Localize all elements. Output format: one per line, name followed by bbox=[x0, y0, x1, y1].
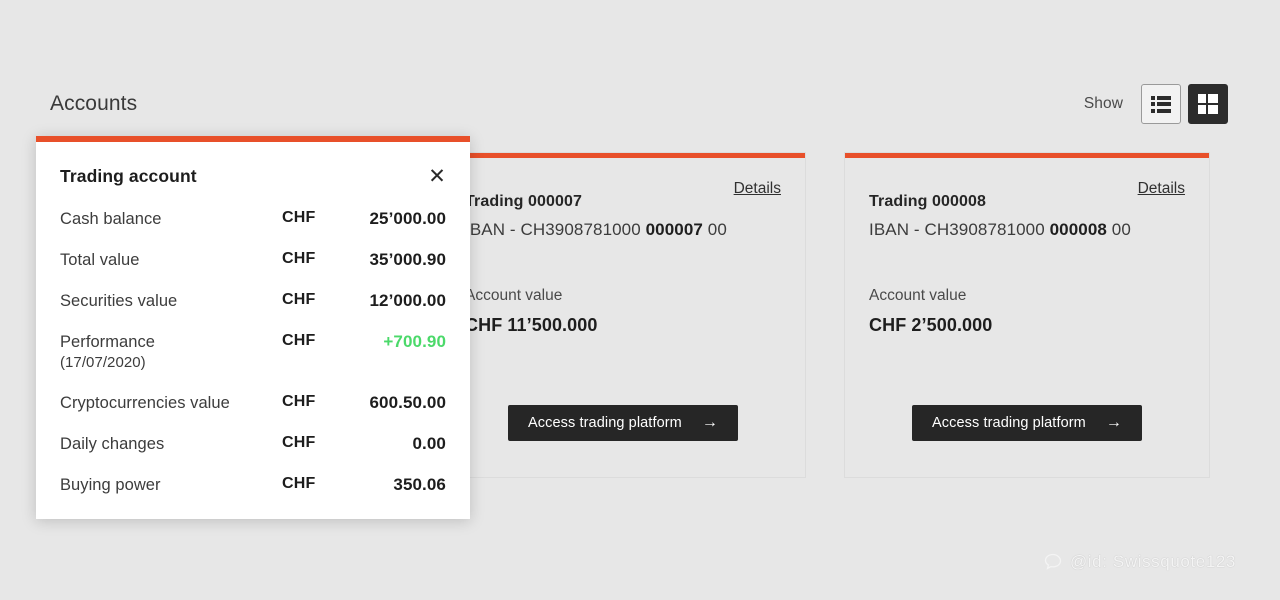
detail-label: Cash balance bbox=[60, 199, 282, 240]
iban-bold: 000008 bbox=[1049, 220, 1107, 239]
access-trading-platform-button[interactable]: Access trading platform → bbox=[912, 405, 1142, 441]
modal-body: ✕ Trading account Cash balance CHF 25’00… bbox=[36, 142, 470, 519]
iban-suffix: 00 bbox=[702, 220, 727, 239]
access-trading-platform-button[interactable]: Access trading platform → bbox=[508, 405, 738, 441]
table-row: Securities value CHF 12’000.00 bbox=[60, 281, 446, 322]
account-detail-table: Cash balance CHF 25’000.00 Total value C… bbox=[60, 199, 446, 506]
details-link[interactable]: Details bbox=[1138, 180, 1185, 198]
trading-account-modal: ✕ Trading account Cash balance CHF 25’00… bbox=[36, 136, 470, 519]
view-switch: Show bbox=[1084, 84, 1228, 124]
account-iban: IBAN - CH3908781000 000007 00 bbox=[465, 220, 781, 240]
detail-label: Buying power bbox=[60, 465, 282, 506]
modal-title: Trading account bbox=[60, 166, 197, 186]
details-link[interactable]: Details bbox=[734, 180, 781, 198]
table-row: Buying power CHF 350.06 bbox=[60, 465, 446, 506]
card-body: Details Trading 000008 IBAN - CH39087810… bbox=[845, 158, 1209, 477]
arrow-right-icon: → bbox=[1105, 414, 1122, 431]
account-card[interactable]: Details Trading 000007 IBAN - CH39087810… bbox=[440, 152, 806, 478]
account-iban: IBAN - CH3908781000 000008 00 bbox=[869, 220, 1185, 240]
grid-view-button[interactable] bbox=[1188, 84, 1228, 124]
detail-currency: CHF bbox=[281, 392, 316, 410]
detail-currency: CHF bbox=[281, 332, 316, 350]
table-row: Performance (17/07/2020) CHF +700.90 bbox=[60, 322, 446, 382]
iban-bold: 000007 bbox=[645, 220, 703, 239]
detail-label: Cryptocurrencies value bbox=[60, 383, 282, 424]
page-header: Accounts Show bbox=[0, 78, 1280, 130]
detail-label-sublabel: (17/07/2020) bbox=[60, 354, 146, 372]
detail-label: Securities value bbox=[60, 281, 282, 322]
page-title: Accounts bbox=[50, 92, 138, 115]
account-value-label: Account value bbox=[869, 287, 967, 304]
detail-currency: CHF bbox=[281, 250, 316, 268]
close-icon[interactable]: ✕ bbox=[426, 165, 448, 187]
account-value-amount: CHF 2’500.000 bbox=[869, 315, 993, 335]
grid-view-icon bbox=[1198, 94, 1218, 114]
detail-amount: 600.50.00 bbox=[369, 392, 446, 412]
table-row: Cash balance CHF 25’000.00 bbox=[60, 199, 446, 240]
iban-prefix: IBAN - CH3908781000 bbox=[869, 220, 1050, 239]
view-toggle-group bbox=[1141, 84, 1228, 124]
watermark-text: @id: Swissquote123 bbox=[1069, 552, 1236, 571]
detail-currency: CHF bbox=[281, 209, 316, 226]
show-label: Show bbox=[1083, 95, 1123, 112]
table-row: Total value CHF 35’000.90 bbox=[60, 240, 446, 281]
iban-suffix: 00 bbox=[1106, 220, 1131, 239]
detail-amount: 35’000.90 bbox=[369, 250, 446, 270]
account-detail-table-body: Cash balance CHF 25’000.00 Total value C… bbox=[60, 199, 446, 506]
card-body: Details Trading 000007 IBAN - CH39087810… bbox=[441, 158, 805, 477]
detail-label: Performance (17/07/2020) bbox=[60, 322, 282, 382]
card-cta-wrap: Access trading platform → bbox=[869, 405, 1185, 477]
detail-label-text: Securities value bbox=[60, 292, 178, 311]
detail-amount: +700.90 bbox=[383, 332, 446, 352]
chat-bubble-icon bbox=[1044, 553, 1062, 570]
detail-currency: CHF bbox=[281, 291, 316, 309]
detail-label-text: Cryptocurrencies value bbox=[60, 393, 230, 412]
cta-label: Access trading platform bbox=[528, 415, 682, 431]
detail-label: Daily changes bbox=[60, 424, 282, 465]
detail-label-text: Performance bbox=[60, 333, 156, 352]
table-row: Daily changes CHF 0.00 bbox=[60, 424, 446, 465]
detail-label-text: Daily changes bbox=[60, 434, 165, 453]
list-view-icon bbox=[1151, 95, 1171, 113]
detail-currency: CHF bbox=[281, 433, 316, 451]
watermark: @id: Swissquote123 bbox=[1043, 552, 1236, 572]
account-value-label: Account value bbox=[465, 287, 563, 304]
detail-label-text: Buying power bbox=[60, 475, 161, 494]
detail-amount: 25’000.00 bbox=[369, 209, 446, 228]
iban-prefix: IBAN - CH3908781000 bbox=[465, 220, 646, 239]
account-card[interactable]: Details Trading 000008 IBAN - CH39087810… bbox=[844, 152, 1210, 478]
detail-currency: CHF bbox=[281, 474, 316, 492]
detail-label-text: Total value bbox=[60, 251, 140, 270]
card-cta-wrap: Access trading platform → bbox=[465, 405, 781, 477]
detail-amount: 350.06 bbox=[393, 474, 446, 494]
account-value-amount: CHF 11’500.000 bbox=[465, 315, 598, 335]
cta-label: Access trading platform bbox=[932, 415, 1086, 431]
detail-amount: 0.00 bbox=[412, 433, 446, 453]
arrow-right-icon: → bbox=[701, 414, 718, 431]
table-row: Cryptocurrencies value CHF 600.50.00 bbox=[60, 383, 446, 424]
detail-amount: 12’000.00 bbox=[369, 291, 446, 311]
detail-label-text: Cash balance bbox=[60, 210, 162, 228]
detail-label: Total value bbox=[60, 240, 282, 281]
list-view-button[interactable] bbox=[1141, 84, 1181, 124]
